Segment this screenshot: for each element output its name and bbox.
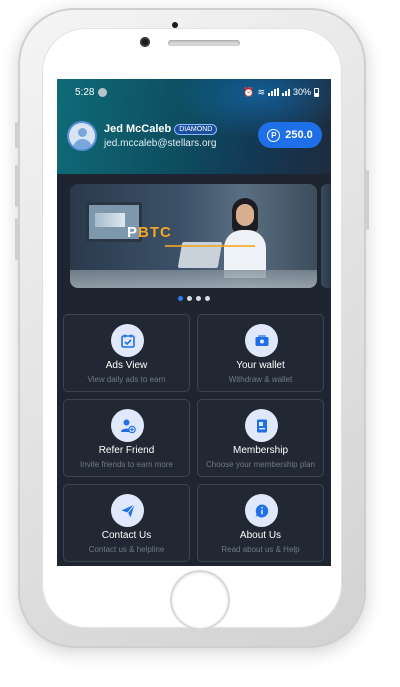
alarm-icon: ⏰: [243, 86, 255, 97]
coin-balance-button[interactable]: P 250.0: [258, 122, 322, 148]
power-button: [366, 170, 369, 230]
user-avatar-icon[interactable]: [67, 121, 97, 151]
volume-button: [15, 122, 18, 148]
menu-tile-title: Membership: [232, 445, 289, 456]
status-bar: 5:28 ⏰ ≋ 30%: [57, 79, 331, 105]
calendar-check-icon: [111, 324, 144, 357]
membership-badge: DIAMOND: [174, 123, 218, 135]
menu-tile-contact-us[interactable]: Contact Us Contact us & helpline: [63, 484, 190, 562]
signal-icon: [267, 88, 279, 96]
front-camera: [140, 37, 150, 47]
menu-tile-subtitle: Contact us & helpline: [88, 545, 165, 554]
menu-tile-subtitle: Invite friends to earn more: [80, 460, 173, 469]
user-profile[interactable]: Jed McCaleb DIAMOND jed.mccaleb@stellars…: [67, 121, 218, 151]
menu-tile-about-us[interactable]: About Us Read about us & Help: [197, 484, 324, 562]
carousel-indicator[interactable]: [178, 296, 210, 301]
earpiece: [168, 40, 240, 46]
status-time: 5:28: [75, 86, 95, 98]
menu-tile-title: Contact Us: [101, 530, 152, 541]
coin-icon: P: [267, 128, 281, 142]
promo-banner[interactable]: PBTC: [70, 184, 317, 288]
menu-tile-refer-friend[interactable]: Refer Friend Invite friends to earn more: [63, 399, 190, 477]
next-banner-peek[interactable]: [321, 184, 331, 288]
notification-icon: [98, 87, 108, 97]
menu-tile-subtitle: Read about us & Help: [221, 545, 300, 554]
carousel-dot[interactable]: [205, 296, 210, 301]
coin-balance: 250.0: [285, 129, 313, 141]
menu-tile-title: Your wallet: [236, 360, 285, 371]
menu-tile-ads-view[interactable]: Ads View View daily ads to earn: [63, 314, 190, 392]
battery-percent: 30%: [292, 87, 311, 97]
user-name: Jed McCaleb: [104, 123, 172, 135]
banner-logo: PBTC: [127, 224, 172, 241]
signal-icon-2: [281, 88, 290, 96]
carousel-dot[interactable]: [196, 296, 201, 301]
banner-tagline-line: [165, 245, 255, 247]
app-screen: 5:28 ⏰ ≋ 30% Jed McCaleb DIAMOND jed.mcc…: [57, 79, 331, 566]
menu-tile-title: Refer Friend: [98, 445, 155, 456]
banner-person-image: [220, 198, 270, 278]
wifi-icon: ≋: [257, 86, 265, 97]
menu-tile-membership[interactable]: Membership Choose your membership plan: [197, 399, 324, 477]
user-email: jed.mccaleb@stellars.org: [104, 138, 217, 149]
volume-up-button: [15, 165, 18, 207]
menu-tile-subtitle: View daily ads to earn: [87, 375, 166, 384]
front-speaker: [172, 22, 178, 28]
volume-down-button: [15, 218, 18, 260]
menu-tile-your-wallet[interactable]: Your wallet Withdraw & wallet: [197, 314, 324, 392]
add-user-icon: [111, 409, 144, 442]
home-button[interactable]: [172, 572, 228, 628]
battery-icon: [314, 87, 319, 97]
info-chat-icon: [245, 494, 278, 527]
menu-tile-subtitle: Choose your membership plan: [206, 460, 315, 469]
carousel-dot[interactable]: [187, 296, 192, 301]
menu-tile-title: About Us: [239, 530, 282, 541]
carousel-dot[interactable]: [178, 296, 183, 301]
wallet-icon: [245, 324, 278, 357]
menu-tile-subtitle: Withdraw & wallet: [228, 375, 293, 384]
menu-tile-title: Ads View: [105, 360, 148, 371]
membership-card-icon: [245, 409, 278, 442]
send-icon: [111, 494, 144, 527]
